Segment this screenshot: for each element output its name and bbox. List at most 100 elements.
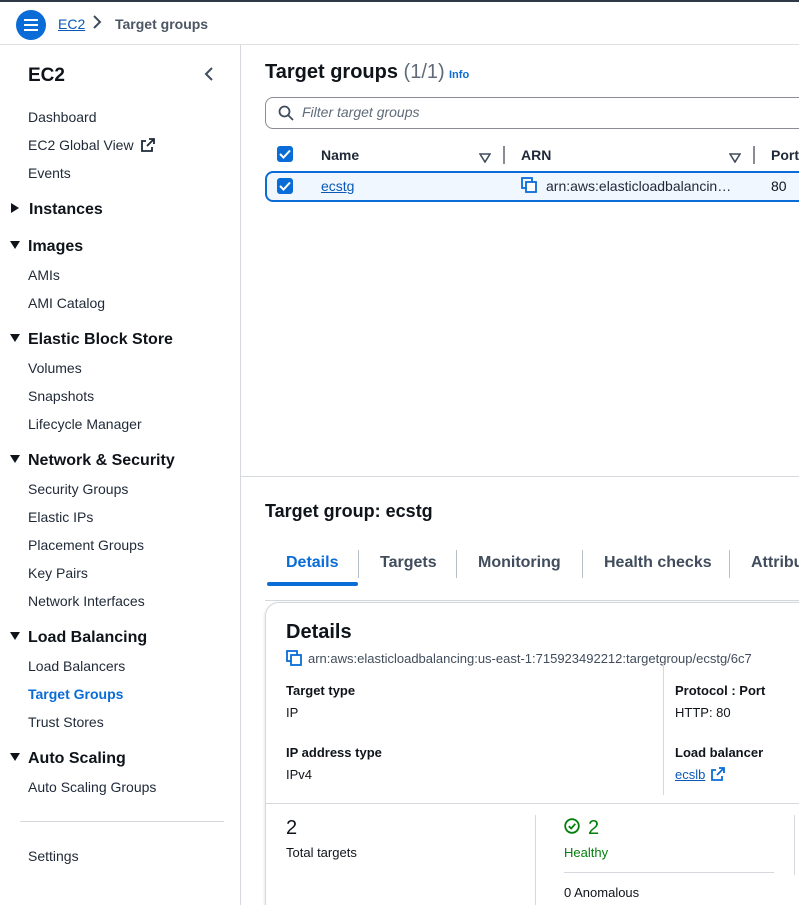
healthy-divider <box>564 872 774 873</box>
section-divider <box>266 803 799 804</box>
column-divider <box>535 815 536 905</box>
sidebar-item-auto-scaling-groups[interactable]: Auto Scaling Groups <box>28 779 156 795</box>
target-type-label: Target type <box>286 683 356 698</box>
target-group-arn: arn:aws:elasticloadbalancing:us-east-1:7… <box>308 651 752 666</box>
section-label: Load Balancing <box>28 629 148 646</box>
filter-input[interactable] <box>302 104 799 120</box>
tab-health-checks[interactable]: Health checks <box>604 554 712 572</box>
tabs-divider <box>265 600 799 601</box>
tab-separator <box>456 550 457 578</box>
sidebar-section-load-balancing[interactable]: Load Balancing <box>10 629 147 647</box>
top-navigation-bar: EC2 Target groups <box>0 0 799 45</box>
external-link-icon <box>141 138 156 152</box>
sidebar-item-global-view[interactable]: EC2 Global View <box>28 137 156 153</box>
caret-down-icon <box>10 455 20 463</box>
sidebar: EC2 Dashboard EC2 Global View Events Ins… <box>0 45 241 905</box>
column-header-port[interactable]: Port <box>771 147 799 163</box>
sidebar-item-key-pairs[interactable]: Key Pairs <box>28 565 88 581</box>
sidebar-item-volumes[interactable]: Volumes <box>28 360 82 376</box>
anomalous-count: 0 Anomalous <box>564 885 640 900</box>
info-link[interactable]: Info <box>449 69 469 81</box>
total-targets-count: 2 <box>286 817 298 839</box>
caret-down-icon <box>10 632 20 640</box>
column-header-name[interactable]: Name <box>321 147 359 163</box>
sidebar-item-settings[interactable]: Settings <box>28 848 79 864</box>
sidebar-item-dashboard[interactable]: Dashboard <box>28 109 97 125</box>
page-title: Target groups (1/1) <box>265 61 445 84</box>
tab-details[interactable]: Details <box>286 554 338 572</box>
tab-separator <box>582 550 583 578</box>
healthy-count: 2 <box>588 817 600 839</box>
details-card: Details arn:aws:elasticloadbalancing:us-… <box>265 602 799 905</box>
sidebar-item-snapshots[interactable]: Snapshots <box>28 388 94 404</box>
target-group-name-link[interactable]: ecstg <box>321 178 354 194</box>
sidebar-section-images[interactable]: Images <box>10 238 83 256</box>
check-circle-icon <box>564 818 580 839</box>
sidebar-item-placement-groups[interactable]: Placement Groups <box>28 537 144 553</box>
menu-icon[interactable] <box>16 10 46 40</box>
load-balancer-link[interactable]: ecslb <box>675 767 725 782</box>
sidebar-item-target-groups[interactable]: Target Groups <box>28 686 123 702</box>
port-cell: 80 <box>771 178 787 194</box>
column-divider[interactable] <box>503 146 505 164</box>
column-header-arn[interactable]: ARN <box>521 147 551 163</box>
row-checkbox[interactable] <box>277 178 293 194</box>
sidebar-item-network-interfaces[interactable]: Network Interfaces <box>28 593 145 609</box>
sidebar-divider <box>20 821 224 822</box>
section-label: Network & Security <box>28 452 175 469</box>
search-icon <box>278 105 294 126</box>
active-tab-indicator <box>267 582 358 586</box>
sort-icon[interactable] <box>478 150 492 168</box>
selection-count: (1/1) <box>403 61 445 83</box>
protocol-port-label: Protocol : Port <box>675 683 766 698</box>
section-label: Auto Scaling <box>28 750 126 767</box>
tab-separator <box>729 550 730 578</box>
tab-targets[interactable]: Targets <box>380 554 437 572</box>
copy-icon[interactable] <box>286 650 302 666</box>
main-content: Target groups (1/1) Info Name ARN Port e… <box>241 45 799 905</box>
column-divider <box>663 663 664 795</box>
caret-down-icon <box>10 334 20 342</box>
sidebar-section-auto-scaling[interactable]: Auto Scaling <box>10 750 126 768</box>
section-label: Elastic Block Store <box>28 331 173 348</box>
external-link-icon <box>711 767 725 781</box>
total-targets-label: Total targets <box>286 845 357 860</box>
chevron-right-icon <box>92 15 102 32</box>
ip-type-label: IP address type <box>286 745 382 760</box>
target-group-heading: Target group: ecstg <box>265 501 433 521</box>
arn-cell: arn:aws:elasticloadbalancin… <box>546 178 732 194</box>
sidebar-item-label: EC2 Global View <box>28 137 134 153</box>
page-title-text: Target groups <box>265 61 398 83</box>
load-balancer-label: Load balancer <box>675 745 764 760</box>
sidebar-section-ebs[interactable]: Elastic Block Store <box>10 331 173 349</box>
sort-icon[interactable] <box>728 150 742 168</box>
details-pane: Target group: ecstg Details Targets Moni… <box>241 476 799 905</box>
copy-icon[interactable] <box>521 177 537 196</box>
column-divider <box>794 815 795 875</box>
collapse-sidebar-icon[interactable] <box>203 67 215 86</box>
sidebar-section-instances[interactable]: Instances <box>10 201 103 219</box>
arn-line: arn:aws:elasticloadbalancing:us-east-1:7… <box>286 650 752 666</box>
sidebar-item-events[interactable]: Events <box>28 165 71 181</box>
sidebar-title: EC2 <box>28 65 65 86</box>
sidebar-item-elastic-ips[interactable]: Elastic IPs <box>28 509 93 525</box>
breadcrumb-ec2-link[interactable]: EC2 <box>58 16 85 32</box>
sidebar-section-network-security[interactable]: Network & Security <box>10 452 175 470</box>
protocol-port-value: HTTP: 80 <box>675 705 731 720</box>
select-all-checkbox[interactable] <box>277 146 293 162</box>
tab-separator <box>358 550 359 578</box>
sidebar-item-amis[interactable]: AMIs <box>28 267 60 283</box>
tab-attributes[interactable]: Attribu <box>751 554 799 572</box>
section-label: Images <box>28 238 84 255</box>
target-type-value: IP <box>286 705 299 720</box>
sidebar-item-trust-stores[interactable]: Trust Stores <box>28 714 104 730</box>
sidebar-item-load-balancers[interactable]: Load Balancers <box>28 658 125 674</box>
load-balancer-name[interactable]: ecslb <box>675 767 705 782</box>
sidebar-item-security-groups[interactable]: Security Groups <box>28 481 128 497</box>
sidebar-item-lifecycle-manager[interactable]: Lifecycle Manager <box>28 416 142 432</box>
tab-monitoring[interactable]: Monitoring <box>478 554 561 572</box>
sidebar-item-ami-catalog[interactable]: AMI Catalog <box>28 295 105 311</box>
caret-right-icon <box>11 203 19 213</box>
filter-box <box>265 97 799 129</box>
column-divider[interactable] <box>753 146 755 164</box>
